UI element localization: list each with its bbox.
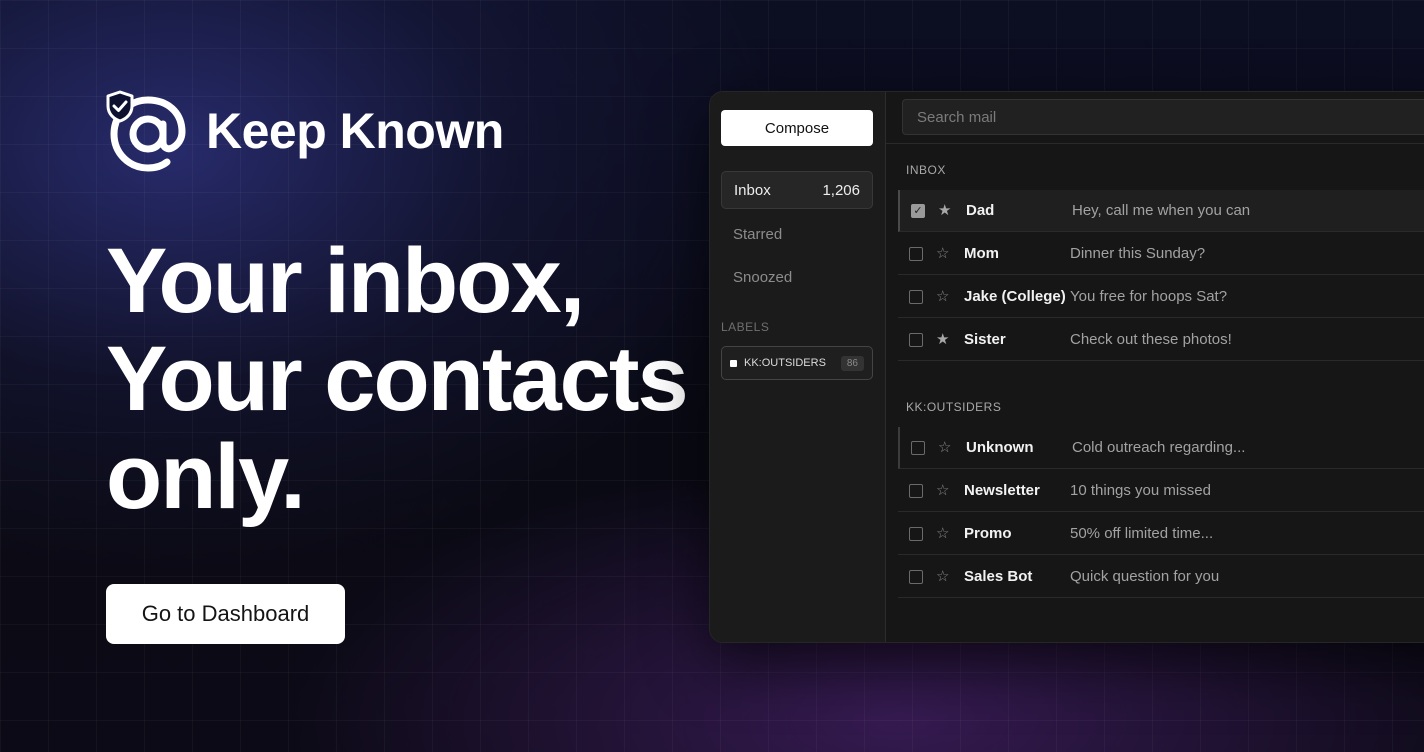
label-count-badge: 86: [840, 355, 864, 371]
mail-main: INBOX ✓ ★ Dad Hey, call me when you can ☆ Mom…: [886, 92, 1424, 642]
row-checkbox[interactable]: [909, 332, 923, 347]
labels-heading: LABELS: [721, 320, 770, 334]
email-sender: Dad: [966, 202, 995, 219]
email-row[interactable]: ☆ Newsletter 10 things you missed: [898, 470, 1424, 512]
sidebar-item-starred[interactable]: Starred: [721, 215, 873, 253]
email-sender: Promo: [964, 525, 1012, 542]
mail-app-window: Compose Inbox 1,206 Starred Snoozed LABE…: [709, 91, 1424, 643]
brand: Keep Known: [106, 90, 504, 172]
label-name: KK:OUTSIDERS: [744, 357, 826, 369]
sidebar-item-label: Starred: [733, 225, 783, 243]
star-icon[interactable]: ☆: [938, 440, 954, 455]
row-checkbox[interactable]: [911, 440, 925, 455]
email-row[interactable]: ★ Sister Check out these photos!: [898, 319, 1424, 361]
star-icon[interactable]: ☆: [936, 289, 952, 304]
row-checkbox[interactable]: [909, 569, 923, 584]
section-title-inbox: INBOX: [906, 163, 946, 177]
shield-at-icon: [106, 90, 188, 172]
label-color-dot: [730, 359, 737, 367]
star-icon[interactable]: ☆: [936, 246, 952, 261]
star-icon[interactable]: ☆: [936, 526, 952, 541]
email-row[interactable]: ☆ Sales Bot Quick question for you: [898, 556, 1424, 598]
email-row[interactable]: ☆ Unknown Cold outreach regarding...: [898, 427, 1424, 469]
inbox-count: 1,206: [822, 181, 860, 199]
hero-headline: Your inbox, Your contacts only.: [106, 232, 706, 526]
section-title-outsiders: KK:OUTSIDERS: [906, 400, 1002, 414]
compose-button[interactable]: Compose: [721, 110, 873, 146]
email-snippet: You free for hoops Sat?: [1070, 288, 1228, 305]
label-kk-outsiders[interactable]: KK:OUTSIDERS 86: [721, 346, 873, 380]
email-row[interactable]: ☆ Mom Dinner this Sunday?: [898, 233, 1424, 275]
sidebar-item-label: Inbox: [734, 181, 771, 199]
search-input[interactable]: [902, 99, 1424, 135]
email-row[interactable]: ☆ Promo 50% off limited time...: [898, 513, 1424, 555]
email-row[interactable]: ✓ ★ Dad Hey, call me when you can: [898, 190, 1424, 232]
star-icon[interactable]: ☆: [936, 483, 952, 498]
go-to-dashboard-button[interactable]: Go to Dashboard: [106, 584, 345, 644]
sidebar-item-snoozed[interactable]: Snoozed: [721, 258, 873, 296]
row-checkbox[interactable]: [909, 483, 923, 498]
email-snippet: Quick question for you: [1070, 568, 1220, 585]
email-sender: Newsletter: [964, 482, 1040, 499]
email-snippet: Check out these photos!: [1070, 331, 1232, 348]
email-snippet: Hey, call me when you can: [1072, 202, 1251, 219]
row-checkbox[interactable]: [909, 246, 923, 261]
email-sender: Sales Bot: [964, 568, 1033, 585]
hero-line-1: Your inbox,: [106, 230, 585, 332]
row-checkbox[interactable]: ✓: [911, 203, 925, 218]
email-sender: Unknown: [966, 439, 1034, 456]
mail-sidebar: Compose Inbox 1,206 Starred Snoozed LABE…: [710, 92, 886, 642]
hero-line-2: Your contacts: [106, 328, 689, 430]
email-snippet: 50% off limited time...: [1070, 525, 1214, 542]
email-row[interactable]: ☆ Jake (College) You free for hoops Sat?: [898, 276, 1424, 318]
sidebar-item-label: Snoozed: [733, 268, 793, 286]
email-sender: Jake (College): [964, 288, 1066, 305]
row-checkbox[interactable]: [909, 526, 923, 541]
email-snippet: Dinner this Sunday?: [1070, 245, 1206, 262]
email-sender: Sister: [964, 331, 1006, 348]
sidebar-item-inbox[interactable]: Inbox 1,206: [721, 171, 873, 209]
star-icon[interactable]: ★: [936, 332, 952, 347]
star-icon[interactable]: ★: [938, 203, 954, 218]
email-snippet: Cold outreach regarding...: [1072, 439, 1246, 456]
hero-line-3: only.: [106, 426, 306, 528]
email-sender: Mom: [964, 245, 999, 262]
row-checkbox[interactable]: [909, 289, 923, 304]
search-divider: [886, 143, 1424, 144]
brand-name: Keep Known: [206, 103, 504, 159]
star-icon[interactable]: ☆: [936, 569, 952, 584]
email-snippet: 10 things you missed: [1070, 482, 1211, 499]
